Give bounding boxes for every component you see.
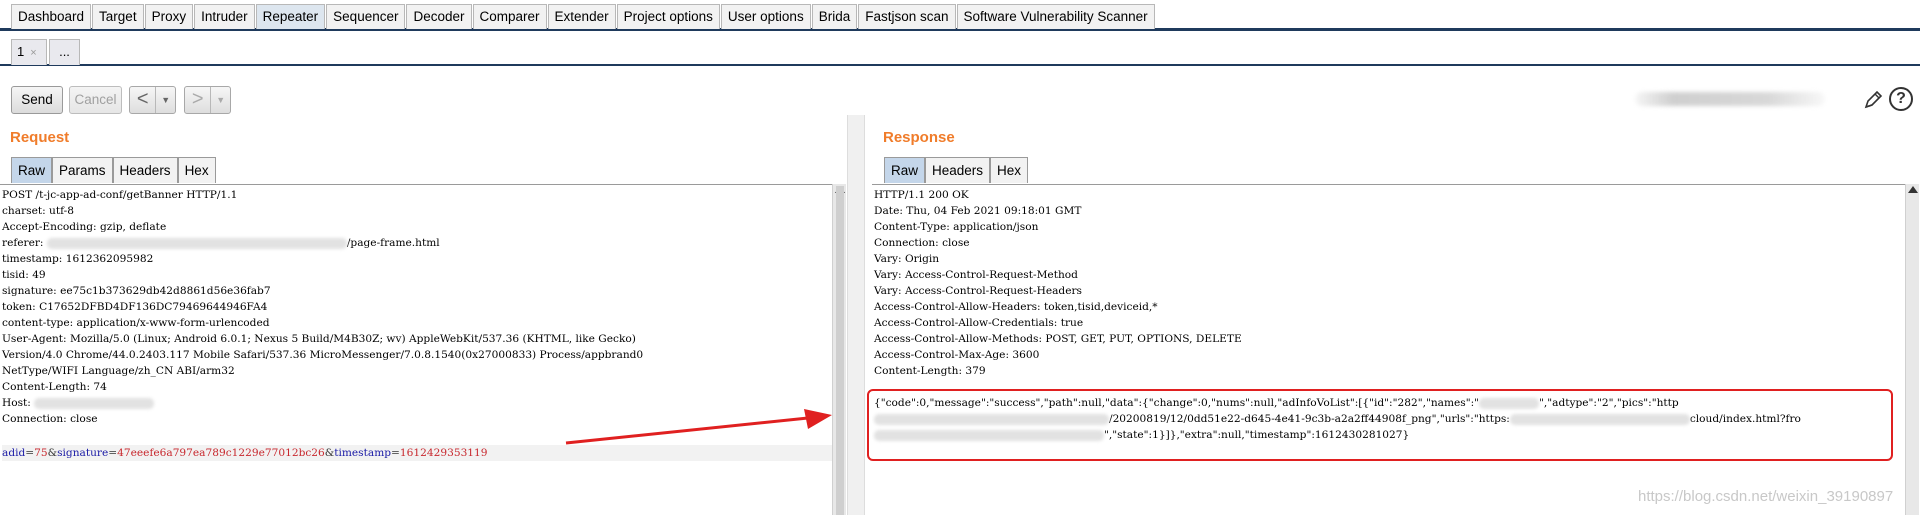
- tab-brida[interactable]: Brida: [811, 4, 858, 29]
- request-header-line: Accept-Encoding: gzip, deflate: [2, 221, 167, 233]
- response-header-line: Vary: Access-Control-Request-Method: [874, 269, 1078, 281]
- main-tab-bar: Dashboard Target Proxy Intruder Repeater Sequ…: [0, 0, 1920, 31]
- tab-intruder[interactable]: Intruder: [194, 4, 255, 29]
- back-button[interactable]: < ▼: [129, 86, 176, 114]
- param-sep: =: [25, 447, 35, 459]
- back-arrow-icon: <: [136, 88, 149, 110]
- response-header-line: Vary: Access-Control-Request-Headers: [874, 285, 1082, 297]
- send-button[interactable]: Send: [11, 86, 63, 114]
- param-value: 75: [34, 447, 48, 459]
- response-tab-hex[interactable]: Hex: [990, 157, 1029, 183]
- request-header-line: Version/4.0 Chrome/44.0.2403.117 Mobile …: [2, 349, 644, 361]
- tab-proxy[interactable]: Proxy: [144, 4, 194, 29]
- pencil-icon[interactable]: [1862, 89, 1884, 111]
- annotation-arrow-icon: [565, 409, 832, 445]
- request-header-line: NetType/WIFI Language/zh_CN ABI/arm32: [2, 365, 235, 377]
- response-header-line: Connection: close: [874, 237, 970, 249]
- request-view-tabs: Raw Params Headers Hex: [11, 157, 216, 183]
- help-icon[interactable]: ?: [1889, 87, 1913, 111]
- request-tab-headers[interactable]: Headers: [112, 157, 178, 183]
- response-tab-headers[interactable]: Headers: [925, 157, 991, 183]
- response-header-line: Access-Control-Allow-Methods: POST, GET,…: [874, 333, 1242, 345]
- request-editor[interactable]: POST /t-jc-app-ad-conf/getBanner HTTP/1.…: [0, 184, 832, 515]
- request-tab-params[interactable]: Params: [52, 157, 113, 183]
- tab-user-options[interactable]: User options: [720, 4, 811, 29]
- request-tab-hex[interactable]: Hex: [177, 157, 216, 183]
- tab-decoder[interactable]: Decoder: [406, 4, 472, 29]
- tab-project-options[interactable]: Project options: [616, 4, 720, 29]
- response-tab-raw[interactable]: Raw: [884, 157, 926, 183]
- param-sep: &: [324, 447, 335, 459]
- request-header-line: token: C17652DFBD4DF136DC79469644946FA4: [2, 301, 268, 313]
- repeater-tab-label: 1: [17, 44, 25, 59]
- scroll-up-icon[interactable]: [1908, 186, 1918, 193]
- redacted-value: [46, 237, 347, 249]
- param-sep: =: [108, 447, 118, 459]
- watermark: https://blog.csdn.net/weixin_39190897: [1638, 488, 1894, 505]
- response-header-line: Date: Thu, 04 Feb 2021 09:18:01 GMT: [874, 205, 1082, 217]
- response-scrollbar[interactable]: [1905, 184, 1919, 515]
- tab-fastjson-scan[interactable]: Fastjson scan: [858, 4, 956, 29]
- request-header-line: POST /t-jc-app-ad-conf/getBanner HTTP/1.…: [2, 189, 238, 201]
- tab-dashboard[interactable]: Dashboard: [11, 4, 92, 29]
- response-header-line: Content-Length: 379: [874, 365, 986, 377]
- repeater-tab-1[interactable]: 1 ×: [11, 39, 47, 65]
- chevron-down-icon[interactable]: ▼: [155, 87, 175, 113]
- tab-target[interactable]: Target: [92, 4, 144, 29]
- redacted-target: [1635, 92, 1825, 106]
- response-title: Response: [883, 129, 955, 146]
- response-header-line: Access-Control-Max-Age: 3600: [874, 349, 1040, 361]
- request-header-line: timestamp: 1612362095982: [2, 253, 154, 265]
- response-editor[interactable]: HTTP/1.1 200 OK Date: Thu, 04 Feb 2021 09…: [872, 184, 1905, 515]
- request-header-line: content-type: application/x-www-form-url…: [2, 317, 270, 329]
- response-view-tabs: Raw Headers Hex: [884, 157, 1029, 183]
- param-sep: &: [47, 447, 58, 459]
- repeater-tab-bar: 1 × ...: [0, 34, 1920, 66]
- param-key: timestamp: [334, 447, 392, 459]
- new-tab-button[interactable]: ...: [49, 39, 80, 65]
- param-value: 1612429353119: [399, 447, 488, 459]
- redacted-value: [34, 397, 155, 409]
- forward-arrow-icon: >: [191, 88, 204, 110]
- request-header-line: Content-Length: 74: [2, 381, 107, 393]
- request-header-line: tisid: 49: [2, 269, 46, 281]
- close-icon[interactable]: ×: [30, 47, 36, 59]
- annotation-highlight-box: [867, 389, 1893, 461]
- splitter-handle[interactable]: [836, 186, 844, 515]
- tab-software-vulnerability-scanner[interactable]: Software Vulnerability Scanner: [956, 4, 1155, 29]
- forward-button[interactable]: > ▼: [184, 86, 231, 114]
- request-header-line: referer: /page-frame.html: [2, 237, 440, 249]
- cancel-button[interactable]: Cancel: [69, 86, 122, 114]
- tab-extender[interactable]: Extender: [547, 4, 616, 29]
- response-header-line: HTTP/1.1 200 OK: [874, 189, 969, 201]
- param-value: 47eeefe6a797ea789c1229e77012bc26: [117, 447, 325, 459]
- response-header-line: Vary: Origin: [874, 253, 940, 265]
- tab-sequencer[interactable]: Sequencer: [326, 4, 406, 29]
- pane-divider[interactable]: [847, 115, 865, 515]
- response-header-line: Content-Type: application/json: [874, 221, 1039, 233]
- request-header-line: User-Agent: Mozilla/5.0 (Linux; Android …: [2, 333, 636, 345]
- tab-comparer[interactable]: Comparer: [472, 4, 547, 29]
- request-header-line: charset: utf-8: [2, 205, 74, 217]
- request-tab-raw[interactable]: Raw: [11, 157, 53, 183]
- response-header-line: Access-Control-Allow-Headers: token,tisi…: [874, 301, 1158, 313]
- tab-repeater[interactable]: Repeater: [255, 4, 326, 29]
- request-title: Request: [10, 129, 70, 146]
- param-sep: =: [391, 447, 400, 459]
- param-key: signature: [57, 447, 109, 459]
- chevron-down-icon[interactable]: ▼: [210, 87, 230, 113]
- response-header-line: Access-Control-Allow-Credentials: true: [874, 317, 1084, 329]
- request-header-line: signature: ee75c1b373629db42d8861d56e36f…: [2, 285, 271, 297]
- param-key: adid: [2, 447, 26, 459]
